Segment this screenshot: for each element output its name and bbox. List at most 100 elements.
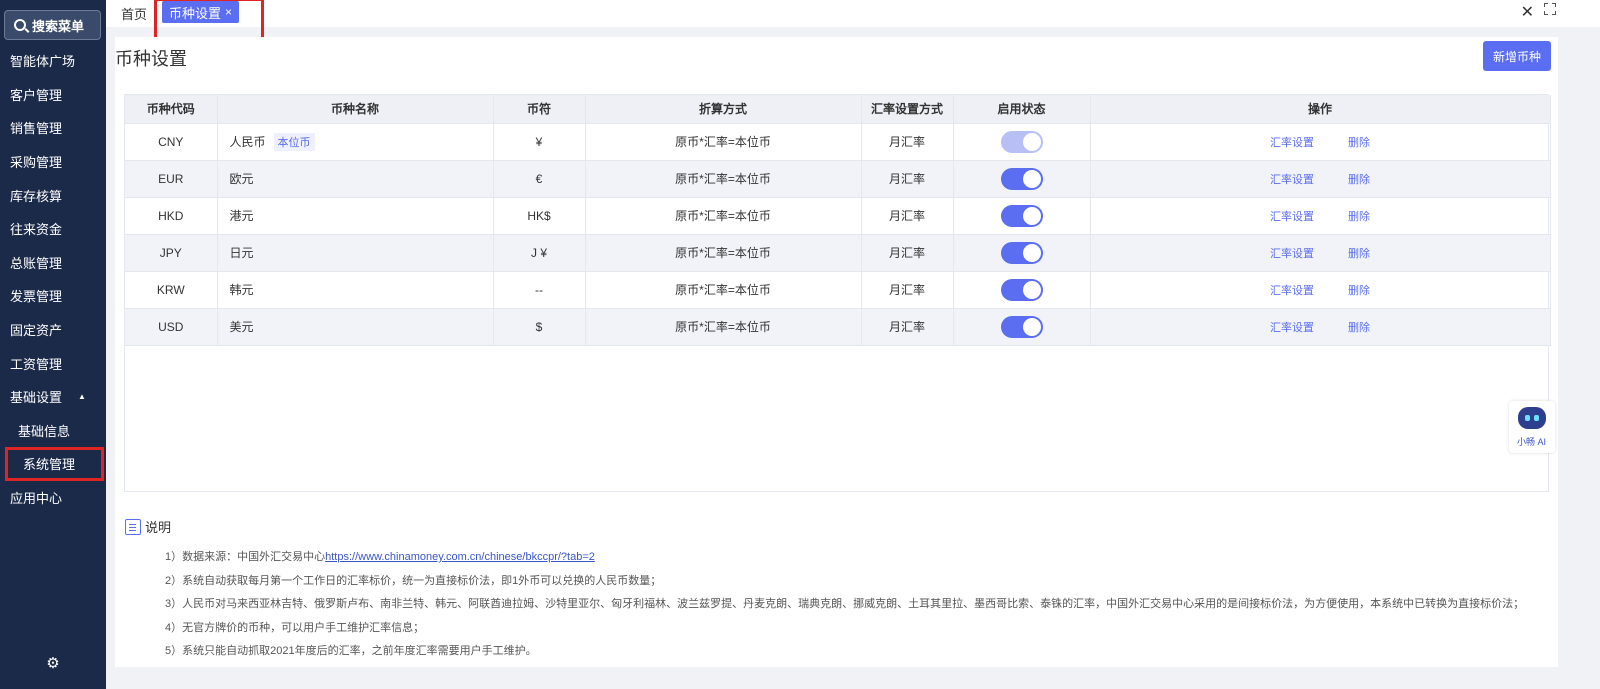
cell-symbol: $ <box>493 308 586 346</box>
data-source-link[interactable]: https://www.chinamoney.com.cn/chinese/bk… <box>325 551 595 563</box>
cell-actions: 汇率设置 删除 <box>1090 123 1551 161</box>
tab-home[interactable]: 首页 <box>121 4 147 23</box>
rate-settings-link[interactable]: 汇率设置 <box>1270 285 1314 297</box>
sidebar-item-agent-plaza[interactable]: 智能体广场 <box>0 44 106 78</box>
cell-status <box>953 271 1091 309</box>
page-title: 币种设置 <box>115 49 187 69</box>
cell-rate-mode: 月汇率 <box>861 160 954 198</box>
sidebar-item-label: 基础设置 <box>10 390 63 406</box>
cell-code: CNY <box>125 123 218 161</box>
delete-link[interactable]: 删除 <box>1348 285 1370 297</box>
cell-code: HKD <box>125 197 218 235</box>
cell-status <box>953 123 1091 161</box>
delete-link[interactable]: 删除 <box>1348 211 1370 223</box>
cell-code: EUR <box>125 160 218 198</box>
ai-assistant-label: 小畅 AI <box>1517 437 1547 447</box>
rate-settings-link[interactable]: 汇率设置 <box>1270 174 1314 186</box>
sidebar-item-label: 系统管理 <box>23 457 76 473</box>
rate-settings-link[interactable]: 汇率设置 <box>1270 322 1314 334</box>
sidebar-item-label: 应用中心 <box>10 491 63 507</box>
note-item: 5）系统只能自动抓取2021年度后的汇率，之前年度汇率需要用户手工维护。 <box>165 645 537 657</box>
delete-link[interactable]: 删除 <box>1348 137 1370 149</box>
cell-symbol: ¥ <box>493 123 586 161</box>
table-row: EUR 欧元 € 原币*汇率=本位币 月汇率 汇率设置 删除 <box>125 160 1551 198</box>
sidebar-item-label: 往来资金 <box>10 222 63 238</box>
cell-rate-mode: 月汇率 <box>861 234 954 272</box>
cell-code: USD <box>125 308 218 346</box>
sidebar-item-ledger[interactable]: 总账管理 <box>0 246 106 280</box>
close-icon[interactable]: ✕ <box>1521 2 1534 22</box>
currency-name: 港元 <box>229 209 254 223</box>
sidebar-item-customer[interactable]: 客户管理 <box>0 78 106 112</box>
cell-actions: 汇率设置 删除 <box>1090 234 1551 272</box>
cell-method: 原币*汇率=本位币 <box>585 160 862 198</box>
sidebar-item-funds[interactable]: 往来资金 <box>0 212 106 246</box>
fullscreen-icon[interactable] <box>1544 3 1556 15</box>
note-text: 1）数据来源：中国外汇交易中心 <box>165 551 326 563</box>
table-row: KRW 韩元 -- 原币*汇率=本位币 月汇率 汇率设置 删除 <box>125 271 1551 309</box>
add-currency-button[interactable]: 新增币种 <box>1483 41 1551 71</box>
cell-status <box>953 234 1091 272</box>
column-header: 汇率设置方式 <box>861 95 954 124</box>
cell-symbol: HK$ <box>493 197 586 235</box>
sidebar-item-label: 采购管理 <box>10 155 63 171</box>
cell-actions: 汇率设置 删除 <box>1090 160 1551 198</box>
cell-code: KRW <box>125 271 218 309</box>
enable-toggle[interactable] <box>1000 315 1043 338</box>
enable-toggle <box>1000 130 1043 153</box>
sidebar-item-label: 总账管理 <box>10 255 63 271</box>
cell-method: 原币*汇率=本位币 <box>585 197 862 235</box>
enable-toggle[interactable] <box>1000 278 1043 301</box>
cell-name: 日元 <box>217 234 494 272</box>
sidebar-item-basic-settings[interactable]: 基础设置 ▲ <box>0 380 106 414</box>
sidebar-item-sales[interactable]: 销售管理 <box>0 111 106 145</box>
cell-method: 原币*汇率=本位币 <box>585 271 862 309</box>
delete-link[interactable]: 删除 <box>1348 322 1370 334</box>
enable-toggle[interactable] <box>1000 167 1043 190</box>
note-item: 3）人民币对马来西亚林吉特、俄罗斯卢布、南非兰特、韩元、阿联酋迪拉姆、沙特里亚尔… <box>165 598 1525 610</box>
cell-rate-mode: 月汇率 <box>861 197 954 235</box>
sidebar-item-basic-info[interactable]: 基础信息 <box>0 414 106 448</box>
tab-bar: 首页 币种设置 × ✕ <box>106 0 1600 40</box>
sidebar-item-label: 智能体广场 <box>10 54 76 70</box>
cell-rate-mode: 月汇率 <box>861 123 954 161</box>
rate-settings-link[interactable]: 汇率设置 <box>1270 137 1314 149</box>
sidebar-menu: 智能体广场 客户管理 销售管理 采购管理 库存核算 往来资金 总账管理 发票管理… <box>0 44 106 514</box>
rate-settings-link[interactable]: 汇率设置 <box>1270 211 1314 223</box>
enable-toggle[interactable] <box>1000 204 1043 227</box>
delete-link[interactable]: 删除 <box>1348 248 1370 260</box>
cell-actions: 汇率设置 删除 <box>1090 197 1551 235</box>
sidebar-item-label: 固定资产 <box>10 323 63 339</box>
currency-name: 韩元 <box>229 283 254 297</box>
table-row: JPY 日元 J ¥ 原币*汇率=本位币 月汇率 汇率设置 删除 <box>125 234 1551 272</box>
sidebar-item-inventory[interactable]: 库存核算 <box>0 178 106 212</box>
enable-toggle[interactable] <box>1000 241 1043 264</box>
cell-status <box>953 160 1091 198</box>
document-icon <box>125 518 141 535</box>
column-header: 操作 <box>1090 95 1551 124</box>
ai-assistant-widget[interactable]: 小畅 AI <box>1509 401 1555 453</box>
gear-icon[interactable]: ⚙ <box>45 656 61 672</box>
search-menu-button[interactable]: 搜索菜单 <box>4 10 101 40</box>
notes-header: 说明 <box>125 517 1545 536</box>
delete-link[interactable]: 删除 <box>1348 174 1370 186</box>
sidebar-item-invoice[interactable]: 发票管理 <box>0 279 106 313</box>
sidebar-item-app-center[interactable]: 应用中心 <box>0 481 106 515</box>
currency-name: 美元 <box>229 320 254 334</box>
cell-rate-mode: 月汇率 <box>861 308 954 346</box>
sidebar-item-purchase[interactable]: 采购管理 <box>0 145 106 179</box>
sidebar-item-label: 发票管理 <box>10 289 63 305</box>
caret-up-icon: ▲ <box>78 392 86 402</box>
currency-name: 日元 <box>229 246 254 260</box>
sidebar-item-label: 客户管理 <box>10 87 63 103</box>
cell-symbol: -- <box>493 271 586 309</box>
rate-settings-link[interactable]: 汇率设置 <box>1270 248 1314 260</box>
cell-symbol: € <box>493 160 586 198</box>
cell-status <box>953 308 1091 346</box>
cell-name: 港元 <box>217 197 494 235</box>
cell-name: 美元 <box>217 308 494 346</box>
sidebar-item-system-management[interactable]: 系统管理 <box>5 447 104 481</box>
sidebar-item-fixed-assets[interactable]: 固定资产 <box>0 313 106 347</box>
sidebar-item-label: 库存核算 <box>10 188 63 204</box>
sidebar-item-payroll[interactable]: 工资管理 <box>0 346 106 380</box>
